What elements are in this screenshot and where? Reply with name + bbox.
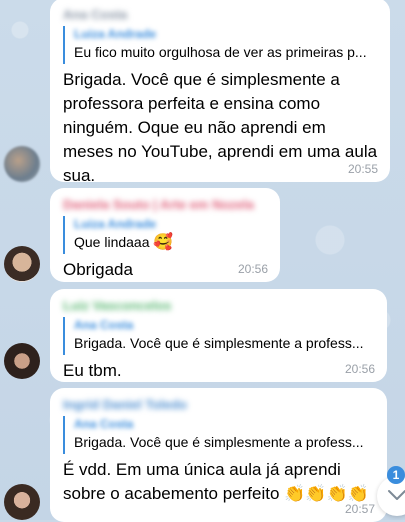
- reply-text: Que lindaaa: [74, 234, 150, 250]
- message-text-row: É vdd. Em uma única aula já aprendi sobr…: [63, 458, 376, 506]
- message-sender: Ingrid Daniel Toledo: [63, 397, 187, 412]
- message-sender: Daniela Souto | Arte em Nozela: [63, 197, 254, 212]
- avatar[interactable]: [4, 246, 40, 282]
- reply-text: Brigada. Você que é simplesmente a profe…: [74, 335, 364, 351]
- clapping-hands-emoji-icon: 👏👏👏👏: [284, 484, 369, 503]
- message-time: 20:56: [344, 362, 375, 376]
- reply-text: Eu fico muito orgulhosa de ver as primei…: [74, 44, 367, 60]
- avatar[interactable]: [4, 343, 40, 379]
- reply-text-row: Que lindaaa 🥰: [74, 232, 269, 252]
- smiling-hearts-emoji-icon: 🥰: [153, 234, 174, 251]
- message-sender: Ana Costa: [63, 7, 128, 22]
- message-bubble[interactable]: Ingrid Daniel Toledo Ana Costa Brigada. …: [50, 388, 387, 522]
- message-time: 20:55: [347, 162, 378, 176]
- message-bubble[interactable]: Luiz Vasconcelos Ana Costa Brigada. Você…: [50, 289, 387, 382]
- message-text: Brigada. Você que é simplesmente a profe…: [63, 70, 378, 185]
- reply-preview[interactable]: Luiza Andrade Que lindaaa 🥰: [63, 216, 269, 254]
- chevron-down-icon: [388, 490, 405, 500]
- reply-author: Luiza Andrade: [74, 27, 157, 41]
- unread-count-badge: 1: [387, 466, 405, 484]
- message-bubble[interactable]: Daniela Souto | Arte em Nozela Luiza And…: [50, 188, 280, 282]
- message-time: 20:57: [344, 502, 375, 516]
- reply-preview[interactable]: Ana Costa Brigada. Você que é simplesmen…: [63, 416, 376, 454]
- reply-author: Luiza Andrade: [74, 217, 157, 231]
- avatar[interactable]: [4, 484, 40, 520]
- message-sender: Luiz Vasconcelos: [63, 298, 172, 313]
- reply-author: Ana Costa: [74, 417, 134, 431]
- reply-author: Ana Costa: [74, 318, 134, 332]
- reply-preview[interactable]: Ana Costa Brigada. Você que é simplesmen…: [63, 317, 376, 355]
- reply-preview[interactable]: Luiza Andrade Eu fico muito orgulhosa de…: [63, 26, 379, 64]
- message-bubble[interactable]: Ana Costa Luiza Andrade Eu fico muito or…: [50, 0, 390, 185]
- reply-text: Brigada. Você que é simplesmente a profe…: [74, 434, 364, 450]
- message-text: Eu tbm.: [63, 361, 122, 380]
- message-time: 20:56: [237, 262, 268, 276]
- avatar[interactable]: [4, 146, 40, 182]
